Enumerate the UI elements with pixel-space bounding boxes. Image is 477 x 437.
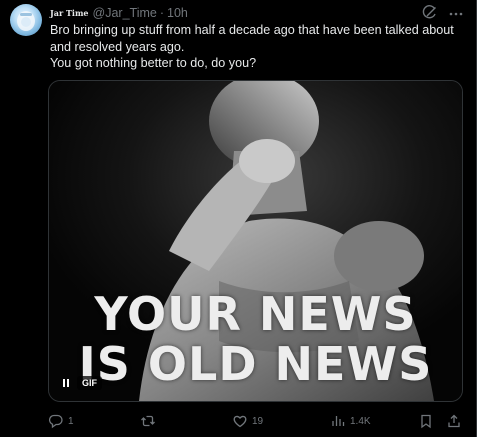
tweet-text: Bro bringing up stuff from half a decade… xyxy=(50,22,460,72)
tweet-text-line: Bro bringing up stuff from half a decade… xyxy=(50,23,454,37)
reply-icon xyxy=(48,414,63,429)
views-button[interactable]: 1.4K xyxy=(330,412,371,430)
pause-icon[interactable] xyxy=(59,375,73,391)
retweet-button[interactable] xyxy=(140,412,160,430)
gif-media[interactable]: YOUR NEWS IS OLD NEWS GIF xyxy=(48,80,463,402)
share-button[interactable] xyxy=(446,412,462,430)
gif-caption-line-2: IS OLD NEWS xyxy=(78,337,433,391)
grok-icon[interactable] xyxy=(422,5,438,21)
timestamp[interactable]: 10h xyxy=(167,6,188,20)
avatar[interactable] xyxy=(10,4,42,36)
retweet-icon xyxy=(141,415,155,427)
separator-dot: · xyxy=(159,6,165,20)
tweet[interactable]: Jar Time @Jar_Time · 10h Bro bringing up… xyxy=(0,0,477,437)
display-name[interactable]: Jar Time xyxy=(50,8,89,18)
gif-caption-line-1: YOUR NEWS xyxy=(94,287,417,341)
bookmark-icon xyxy=(421,414,431,429)
tweet-text-line: and resolved years ago. xyxy=(50,39,185,54)
heart-icon xyxy=(233,415,247,428)
gif-badge: GIF xyxy=(77,376,102,390)
like-count: 19 xyxy=(252,415,264,427)
views-icon xyxy=(332,416,345,426)
share-icon xyxy=(448,414,460,428)
handle[interactable]: @Jar_Time xyxy=(93,6,157,20)
bookmark-button[interactable] xyxy=(418,412,434,430)
like-button[interactable]: 19 xyxy=(232,412,263,430)
views-count: 1.4K xyxy=(350,415,371,427)
reply-button[interactable]: 1 xyxy=(48,412,74,430)
action-bar: 1 19 1.4K xyxy=(48,412,463,430)
more-icon[interactable] xyxy=(448,6,464,22)
reply-count: 1 xyxy=(68,415,74,427)
tweet-header: Jar Time @Jar_Time · 10h xyxy=(50,5,188,21)
gif-controls: GIF xyxy=(59,375,102,391)
tweet-text-line: You got nothing better to do, do you? xyxy=(50,56,257,70)
